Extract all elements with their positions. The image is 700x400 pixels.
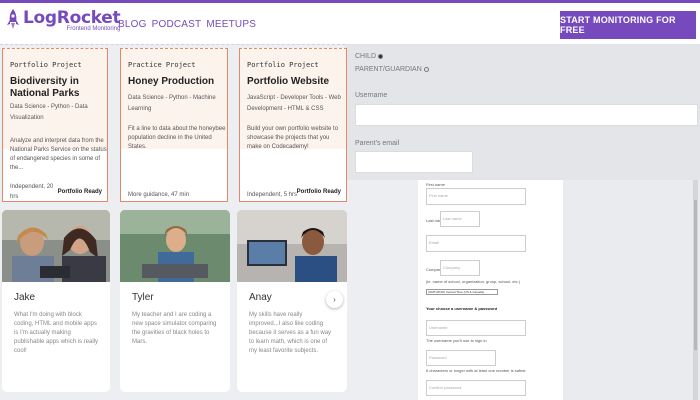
nav-meetups[interactable]: MEETUPS	[206, 19, 256, 30]
first-name-label: First name	[426, 182, 445, 187]
chevron-right-icon: ›	[333, 295, 336, 304]
nav-blog[interactable]: BLOG	[118, 19, 147, 30]
last-name-placeholder: Last name	[443, 216, 462, 221]
testimonial-card: Jake What I'm doing with block coding, H…	[2, 210, 110, 392]
project-description: Analyze and interpret data from the Nati…	[10, 138, 107, 171]
start-monitoring-button[interactable]: START MONITORING FOR FREE	[560, 11, 696, 39]
logrocket-logo[interactable]: LogRocket Frontend Monitoring	[6, 8, 121, 32]
project-card[interactable]: Portfolio Project Biodiversity in Nation…	[2, 48, 108, 202]
project-tags: Data Science - Python - Data Visualizati…	[10, 104, 88, 121]
testimonial-photo	[237, 210, 347, 282]
project-description: Fit a line to data about the honeybee po…	[128, 126, 226, 150]
testimonial-quote: My teacher and I are coding a new space …	[132, 312, 217, 345]
project-tags: JavaScript - Developer Tools - Web Devel…	[247, 95, 341, 112]
carousel-next-button[interactable]: ›	[326, 291, 343, 308]
first-name-input[interactable]: First name	[426, 188, 526, 205]
project-card[interactable]: Portfolio Project Portfolio Website Java…	[239, 48, 347, 202]
radio-child[interactable]: CHILD	[355, 53, 384, 60]
username-note: The username you'll use to sign in	[426, 338, 487, 343]
username-input[interactable]	[355, 104, 698, 126]
email-placeholder: Email	[429, 240, 440, 245]
last-name-input[interactable]: Last name	[440, 211, 480, 227]
email-input[interactable]: Email	[426, 235, 526, 252]
radio-button-unchecked[interactable]	[423, 67, 429, 72]
company-input[interactable]: Company	[440, 260, 480, 276]
radio-child-label: CHILD	[355, 53, 377, 60]
username-field[interactable]: Username	[426, 320, 526, 336]
scrollbar-thumb[interactable]	[694, 200, 697, 350]
page: LogRocket Frontend Monitoring BLOG PODCA…	[0, 0, 700, 400]
signup-overlay-form: CHILD PARENT/GUARDIAN Username Parent's …	[345, 44, 700, 180]
password-placeholder: Password	[429, 355, 447, 360]
password-note: 6 characters or longer with at least one…	[426, 368, 527, 373]
confirm-password-placeholder: Confirm password	[429, 385, 462, 390]
divider	[0, 44, 345, 45]
page-background-strip	[563, 180, 700, 400]
project-title: Biodiversity in National Parks	[10, 76, 80, 99]
password-field[interactable]: Password	[426, 350, 496, 366]
testimonial-name: Anay	[249, 292, 272, 303]
project-time: More guidance, 47 min	[128, 192, 190, 198]
testimonial-quote: My skills have really improved...I also …	[249, 312, 332, 354]
signup-form-panel: First name First name Last name Last nam…	[418, 180, 563, 400]
credentials-heading: Your choose a username & password	[426, 306, 498, 311]
testimonial-photo	[2, 210, 110, 282]
portfolio-ready-badge: Portfolio Ready	[296, 189, 341, 195]
project-type: Portfolio Project	[10, 61, 82, 69]
parent-email-label: Parent's email	[355, 140, 400, 147]
rocket-icon	[7, 9, 19, 29]
testimonial-quote: What I'm doing with block coding, HTML a…	[14, 312, 99, 354]
radio-parent-label: PARENT/GUARDIAN	[355, 66, 422, 73]
project-title: Honey Production	[128, 76, 215, 87]
project-time: Independent, 20 hrs	[10, 184, 54, 200]
radio-button-checked[interactable]	[378, 54, 384, 59]
project-card[interactable]: Practice Project Honey Production Data S…	[120, 48, 228, 202]
timezone-select[interactable]: (GMT-08:00) Central Time (US & Canada)	[426, 289, 498, 295]
company-placeholder: Company	[443, 265, 461, 270]
first-name-placeholder: First name	[429, 193, 448, 198]
testimonial-photo	[120, 210, 230, 282]
testimonial-name: Jake	[14, 292, 36, 303]
username-label: Username	[355, 92, 388, 99]
logo-wordmark: LogRocket	[23, 8, 121, 28]
project-type: Portfolio Project	[247, 61, 319, 69]
confirm-password-field[interactable]: Confirm password	[426, 380, 526, 396]
project-type: Practice Project	[128, 61, 196, 69]
organization-note: (ie. name of school, organization, group…	[426, 279, 521, 284]
radio-parent[interactable]: PARENT/GUARDIAN	[355, 66, 429, 73]
parent-email-input[interactable]	[355, 151, 473, 173]
testimonial-name: Tyler	[132, 292, 154, 303]
portfolio-ready-badge: Portfolio Ready	[57, 189, 102, 195]
testimonial-card: Tyler My teacher and I are coding a new …	[120, 210, 230, 392]
project-description: Build your own portfolio website to show…	[247, 126, 339, 150]
main-nav: BLOG PODCAST MEETUPS	[118, 19, 256, 30]
project-title: Portfolio Website	[247, 76, 330, 87]
top-navbar: LogRocket Frontend Monitoring BLOG PODCA…	[0, 0, 700, 44]
project-tags: Data Science - Python - Machine Learning	[128, 95, 216, 112]
username-placeholder: Username	[429, 325, 448, 330]
nav-podcast[interactable]: PODCAST	[152, 19, 202, 30]
